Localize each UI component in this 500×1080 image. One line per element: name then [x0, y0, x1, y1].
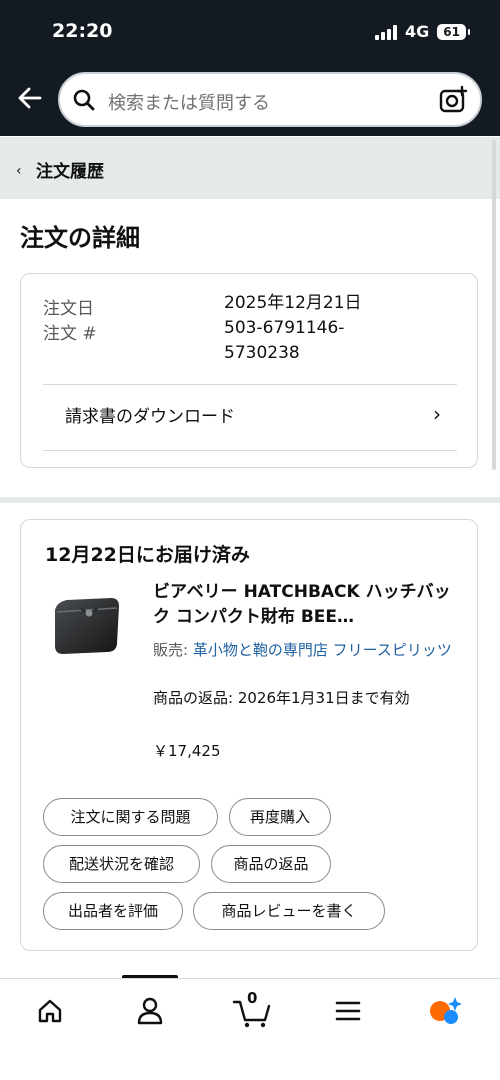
rufus-icon[interactable] — [425, 991, 465, 1031]
rate-seller-button[interactable]: 出品者を評価 — [43, 892, 183, 930]
product-title-link[interactable]: ビアベリー HATCHBACK ハッチバック コンパクト財布 BEE… — [153, 580, 459, 630]
divider — [43, 384, 457, 385]
breadcrumb[interactable]: ‹ 注文履歴 — [0, 137, 500, 199]
search-header: 検索または質問する — [0, 68, 500, 136]
bottom-tab-bar: 0 — [0, 978, 500, 1080]
status-time: 22:20 — [52, 20, 113, 42]
chevron-left-icon: ‹ — [16, 163, 22, 179]
home-icon[interactable] — [30, 991, 70, 1031]
menu-icon[interactable] — [328, 991, 368, 1031]
seller-link[interactable]: 革小物と鞄の専門店 フリースピリッツ — [193, 641, 452, 659]
battery-icon: 61 — [437, 23, 470, 40]
search-placeholder: 検索または質問する — [108, 93, 270, 114]
seller-prefix: 販売: — [153, 641, 193, 659]
write-review-button[interactable]: 商品レビューを書く — [193, 892, 385, 930]
order-date-label: 注文日 — [43, 299, 94, 319]
search-input[interactable]: 検索または質問する — [58, 72, 482, 127]
order-number-label: 注文 # — [43, 324, 97, 344]
product-price: ￥17,425 — [153, 742, 221, 760]
status-bar: 22:20 4G 61 — [0, 0, 500, 68]
order-problem-button[interactable]: 注文に関する問題 — [43, 798, 218, 836]
return-item-button[interactable]: 商品の返品 — [211, 845, 331, 883]
shipment-card: 12月22日にお届け済み ビアベリー HATCHBACK ハッチバック コンパク… — [20, 519, 478, 951]
cart-icon[interactable]: 0 — [230, 989, 274, 1031]
section-separator — [0, 497, 500, 503]
order-info-card: 注文日 2025年12月21日 注文 # 503-6791146- 573023… — [20, 273, 478, 468]
chevron-right-icon[interactable]: › — [433, 402, 441, 426]
seller-info: 販売: 革小物と鞄の専門店 フリースピリッツ — [153, 638, 459, 662]
product-image[interactable] — [51, 594, 123, 658]
buy-again-button[interactable]: 再度購入 — [229, 798, 331, 836]
search-icon — [72, 88, 96, 116]
signal-icon — [375, 24, 398, 40]
back-arrow-icon[interactable] — [16, 84, 44, 112]
scrollbar[interactable] — [492, 140, 496, 470]
network-label: 4G — [405, 22, 430, 41]
page-title: 注文の詳細 — [20, 224, 140, 252]
breadcrumb-label: 注文履歴 — [36, 162, 104, 182]
camera-search-icon[interactable] — [438, 85, 468, 119]
track-package-button[interactable]: 配送状況を確認 — [43, 845, 200, 883]
return-info: 商品の返品: 2026年1月31日まで有効 — [153, 689, 410, 707]
delivery-status: 12月22日にお届け済み — [45, 544, 250, 566]
order-date-value: 2025年12月21日 — [224, 293, 362, 313]
account-icon[interactable] — [130, 991, 170, 1031]
divider — [43, 450, 457, 451]
order-number-value-line2: 5730238 — [224, 343, 300, 363]
status-indicators: 4G 61 — [375, 22, 470, 41]
order-number-value-line1: 503-6791146- — [224, 318, 345, 338]
cart-count: 0 — [247, 989, 258, 1007]
invoice-download-link[interactable]: 請求書のダウンロード — [65, 402, 235, 427]
